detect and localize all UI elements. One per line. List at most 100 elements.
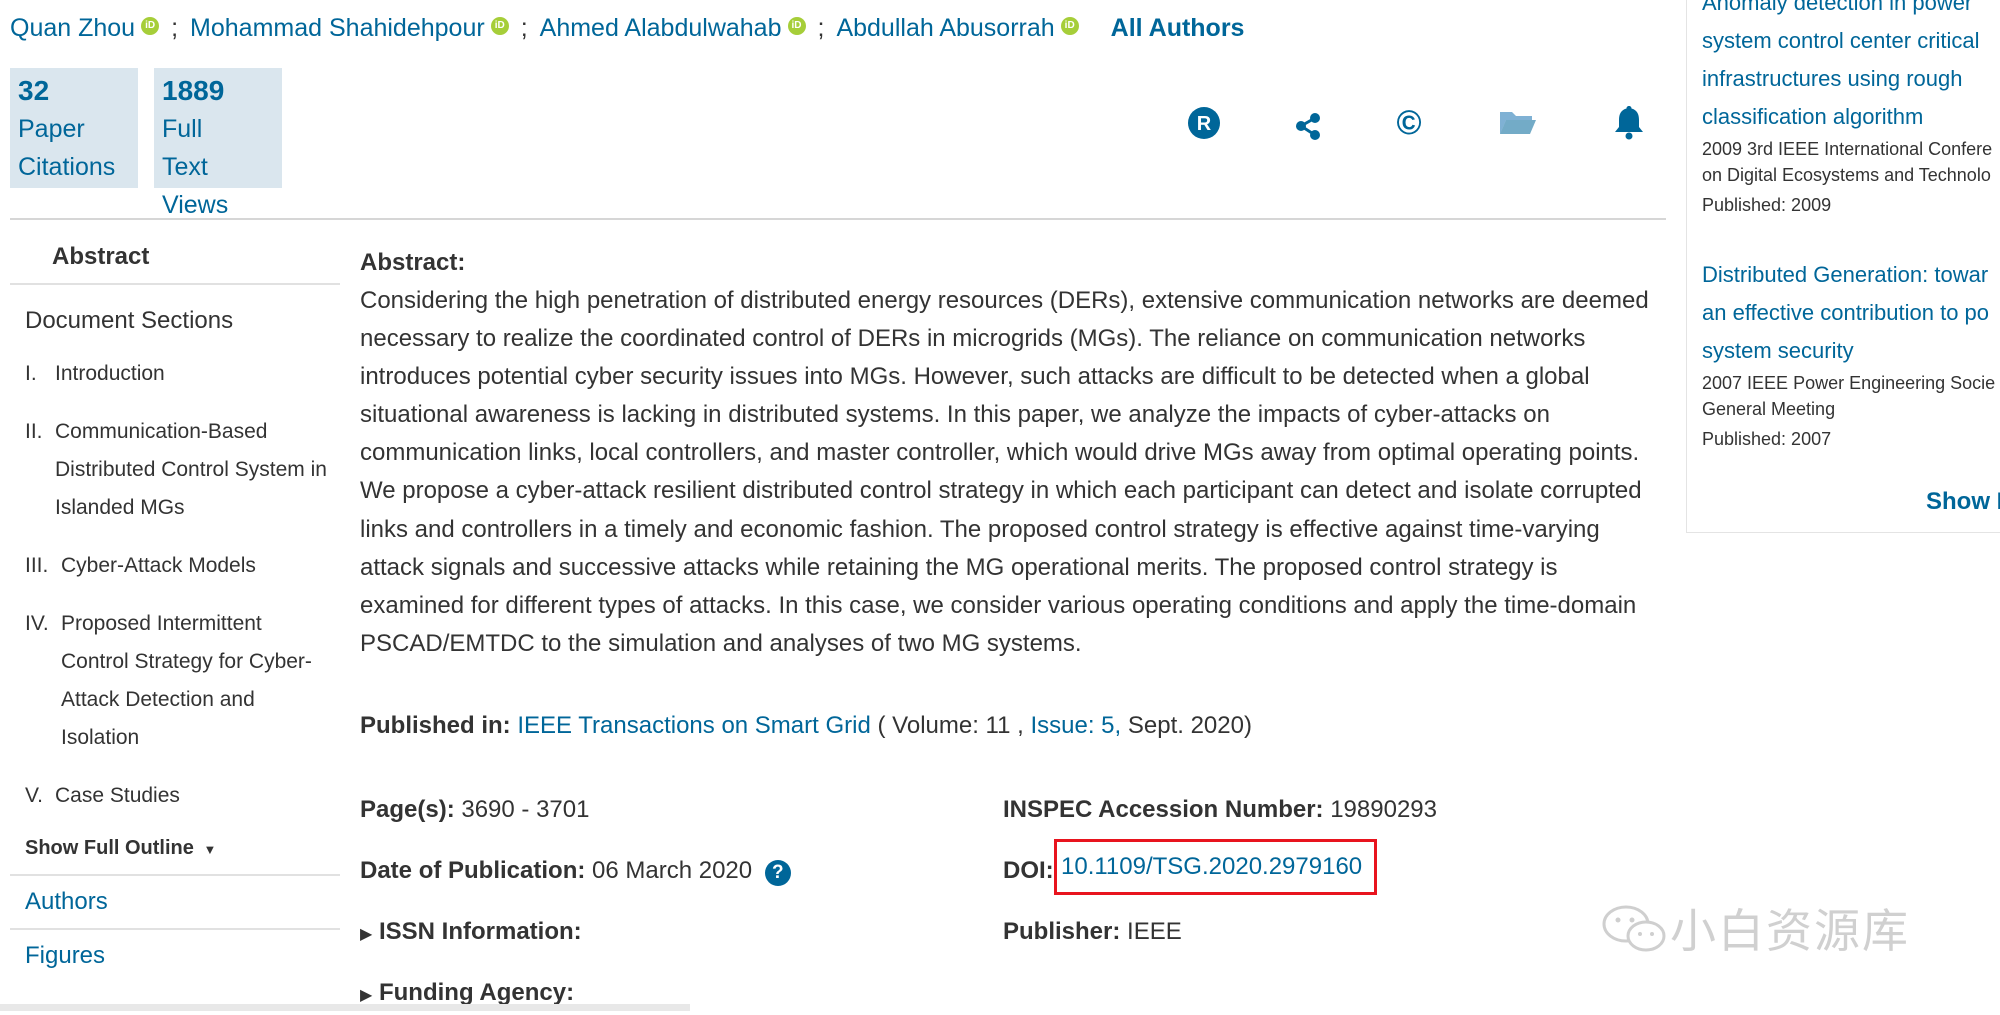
rights-glyph: R <box>1197 113 1212 135</box>
citations-label-1: Paper <box>18 115 85 143</box>
related-article-title-line[interactable]: Anomaly detection in power <box>1702 0 1992 22</box>
all-authors-link[interactable]: All Authors <box>1111 14 1245 43</box>
author-link[interactable]: Ahmed Alabdulwahab <box>540 14 782 43</box>
author-separator: ; <box>520 14 528 42</box>
related-article-title-line[interactable]: system security <box>1702 332 1995 370</box>
doi-line: DOI: <box>1003 852 1054 890</box>
folder-icon[interactable] <box>1496 100 1540 144</box>
abstract-title: Abstract: <box>360 249 466 276</box>
views-label-1: Full <box>162 115 203 143</box>
author-separator: ; <box>171 14 179 42</box>
funding-label: Funding Agency: <box>378 979 575 1006</box>
section-number: IV. <box>25 612 49 635</box>
related-article-title-line[interactable]: infrastructures using rough <box>1702 60 1992 98</box>
nav-section-item[interactable]: I. Introduction <box>10 345 340 403</box>
nav-authors-link[interactable]: Authors <box>10 876 340 930</box>
related-article: Anomaly detection in power system contro… <box>1702 0 1992 218</box>
published-in-label: Published in: <box>360 712 511 739</box>
abstract-text: Considering the high penetration of dist… <box>360 287 1649 657</box>
citations-label-2: Citations <box>18 153 116 181</box>
related-article: Distributed Generation: towar an effecti… <box>1702 256 1995 452</box>
pages-line: Page(s): 3690 - 3701 <box>360 791 589 829</box>
copyright-glyph: © <box>1396 103 1422 142</box>
related-article-venue: on Digital Ecosystems and Technolo <box>1702 165 1991 185</box>
section-number: III. <box>25 554 49 577</box>
section-number: II. <box>25 420 43 443</box>
views-label-2: Text <box>162 153 208 181</box>
volume-text: ( Volume: 11 , <box>877 712 1024 739</box>
document-sections-heading: Document Sections <box>25 307 234 334</box>
doi-highlight-box: 10.1109/TSG.2020.2979160 <box>1054 839 1378 895</box>
journal-link[interactable]: IEEE Transactions on Smart Grid <box>517 712 870 739</box>
pubdate-value: 06 March 2020 <box>592 857 753 884</box>
nav-section-item[interactable]: III. Cyber-Attack Models <box>10 537 340 595</box>
pages-value: 3690 - 3701 <box>461 796 590 823</box>
nav-section-item[interactable]: IV. Proposed Intermittent Control Strate… <box>10 595 340 767</box>
inspec-line: INSPEC Accession Number: 19890293 <box>1003 791 1437 829</box>
section-number: V. <box>25 784 43 807</box>
section-number: I. <box>25 362 37 385</box>
related-article-title-line[interactable]: system control center critical <box>1702 22 1992 60</box>
orcid-icon[interactable]: iD <box>787 16 806 35</box>
section-label: Communication-Based Distributed Control … <box>55 420 327 519</box>
publisher-value: IEEE <box>1127 918 1182 945</box>
pubdate-label: Date of Publication: <box>360 857 586 884</box>
orcid-icon[interactable]: iD <box>1060 16 1079 35</box>
related-article-title-line[interactable]: classification algorithm <box>1702 98 1992 136</box>
nav-abstract[interactable]: Abstract <box>10 235 340 285</box>
related-article-venue: 2007 IEEE Power Engineering Socie <box>1702 373 1996 393</box>
section-label: Case Studies <box>55 784 180 807</box>
section-label: Introduction <box>55 362 165 385</box>
caret-right-icon: ▶ <box>360 926 373 943</box>
published-in-line: Published in: IEEE Transactions on Smart… <box>360 707 1650 745</box>
date-of-publication-line: Date of Publication: 06 March 2020 ? <box>360 852 791 890</box>
views-count: 1889 <box>162 75 225 106</box>
citations-count: 32 <box>18 75 50 106</box>
header-divider <box>10 218 1666 220</box>
help-icon[interactable]: ? <box>764 860 791 886</box>
author-link[interactable]: Mohammad Shahidehpour <box>190 14 485 43</box>
nav-section-item[interactable]: II. Communication-Based Distributed Cont… <box>10 403 340 537</box>
inspec-label: INSPEC Accession Number: <box>1003 796 1324 823</box>
related-article-venue: 2009 3rd IEEE International Confere <box>1702 139 1993 159</box>
related-articles-sidebar: Anomaly detection in power system contro… <box>1686 0 2000 533</box>
author-link[interactable]: Quan Zhou <box>10 14 135 43</box>
nav-section-item[interactable]: V. Case Studies <box>10 767 340 825</box>
author-link[interactable]: Abdullah Abusorrah <box>836 14 1054 43</box>
abstract-section: Abstract: Considering the high penetrati… <box>360 244 1650 663</box>
watermark-text: 小白资源库 <box>1670 905 1910 957</box>
publisher-line: Publisher: IEEE <box>1003 913 1182 951</box>
caret-right-icon: ▶ <box>360 987 373 1004</box>
section-label: Cyber-Attack Models <box>61 554 256 577</box>
author-separator: ; <box>817 14 825 42</box>
related-article-venue: General Meeting <box>1702 399 1836 419</box>
issn-toggle[interactable]: ▶ ISSN Information: <box>360 913 582 954</box>
section-label: Proposed Intermittent Control Strategy f… <box>61 612 312 749</box>
share-icon[interactable] <box>1286 104 1330 148</box>
doi-label: DOI: <box>1003 857 1054 884</box>
doi-link[interactable]: 10.1109/TSG.2020.2979160 <box>1061 853 1362 880</box>
views-metric[interactable]: 1889 Full Text Views <box>154 68 282 219</box>
related-article-title-line[interactable]: an effective contribution to po <box>1702 294 1995 332</box>
rights-icon[interactable]: R <box>1182 101 1226 145</box>
related-article-published: Published: 2007 <box>1702 429 1832 449</box>
horizontal-scrollbar[interactable] <box>0 1004 690 1011</box>
orcid-icon[interactable]: iD <box>141 16 160 35</box>
copyright-icon[interactable]: © <box>1387 101 1431 145</box>
caret-down-icon: ▼ <box>203 842 217 857</box>
orcid-icon[interactable]: iD <box>490 16 509 35</box>
issn-label: ISSN Information: <box>378 918 582 945</box>
related-article-title-line[interactable]: Distributed Generation: towar <box>1702 256 1995 294</box>
watermark: 小白资源库 <box>1600 895 1910 961</box>
alert-bell-icon[interactable] <box>1607 100 1651 144</box>
wechat-logo-icon <box>1602 905 1666 952</box>
issue-link[interactable]: Issue: 5, <box>1030 712 1121 739</box>
publisher-label: Publisher: <box>1003 918 1121 945</box>
show-more-link[interactable]: Show M <box>1926 488 2000 516</box>
authors-row: Quan Zhou iD ; Mohammad Shahidehpour iD … <box>10 14 1244 43</box>
related-article-published: Published: 2009 <box>1702 195 1832 215</box>
show-full-outline-button[interactable]: Show Full Outline ▼ <box>10 825 340 876</box>
citations-metric[interactable]: 32 Paper Citations <box>10 68 138 188</box>
nav-figures-link[interactable]: Figures <box>10 930 340 982</box>
publication-date: Sept. 2020) <box>1127 712 1252 739</box>
